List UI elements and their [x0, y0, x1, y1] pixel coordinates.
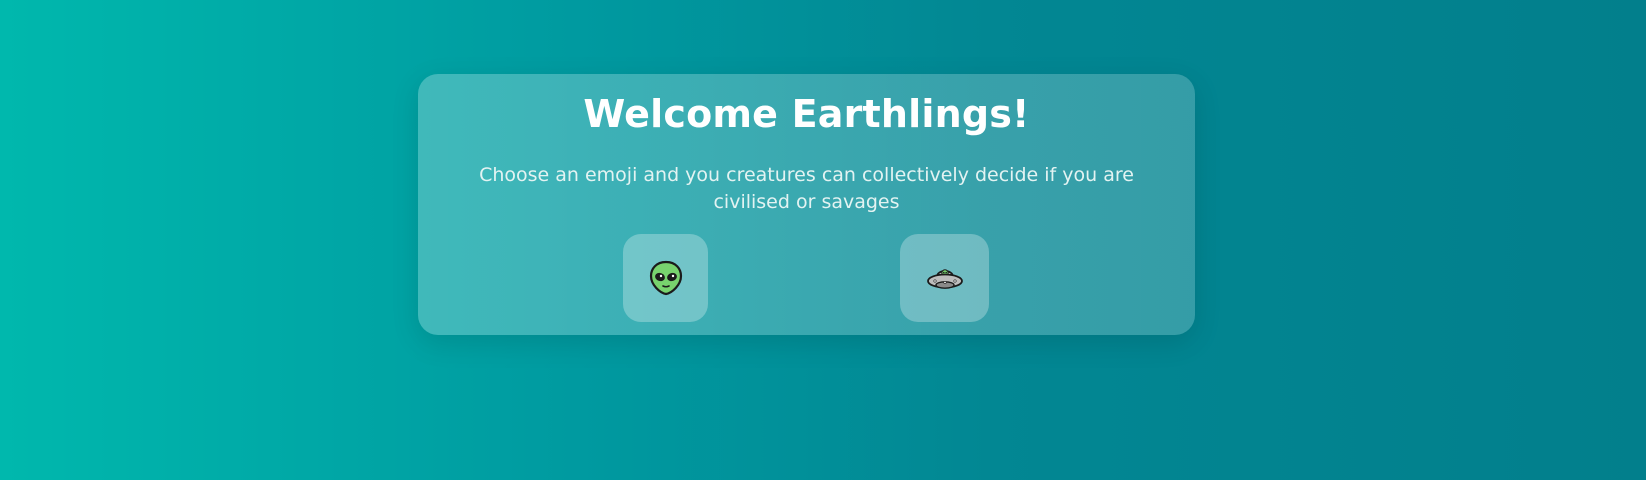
page-title: Welcome Earthlings!	[583, 92, 1030, 136]
welcome-card: Welcome Earthlings! Choose an emoji and …	[418, 74, 1195, 335]
ufo-emoji-button[interactable]	[900, 234, 989, 322]
alien-icon	[649, 260, 683, 296]
page-subtitle: Choose an emoji and you creatures can co…	[479, 164, 1134, 213]
alien-emoji-button[interactable]	[623, 234, 708, 322]
flying-saucer-icon	[926, 263, 964, 293]
